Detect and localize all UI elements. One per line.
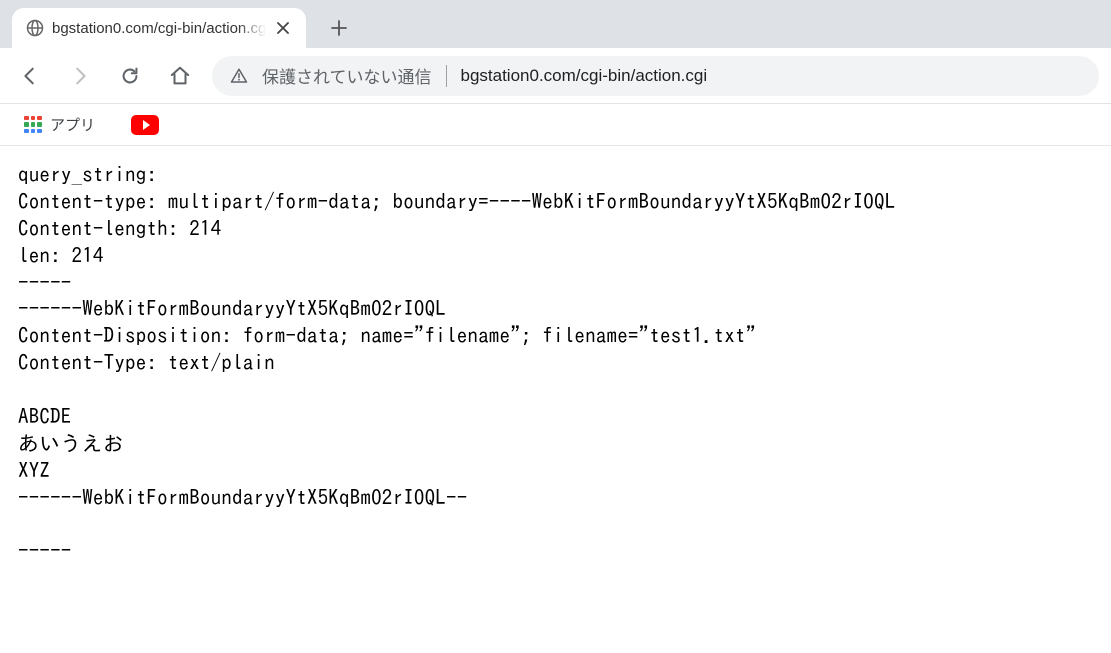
apps-grid-icon — [24, 116, 42, 134]
apps-shortcut[interactable]: アプリ — [18, 110, 101, 139]
security-label: 保護されていない通信 — [262, 63, 432, 88]
not-secure-icon — [230, 67, 248, 85]
tab-strip: bgstation0.com/cgi-bin/action.cg — [0, 0, 1111, 48]
youtube-icon — [131, 115, 159, 135]
tab-title: bgstation0.com/cgi-bin/action.cg — [52, 20, 266, 37]
globe-icon — [26, 19, 44, 37]
bookmarks-bar: アプリ — [0, 104, 1111, 146]
url-text: bgstation0.com/cgi-bin/action.cgi — [461, 66, 708, 86]
home-button[interactable] — [162, 58, 198, 94]
forward-button[interactable] — [62, 58, 98, 94]
page-body: query_string: Content-type: multipart/fo… — [0, 146, 1111, 581]
address-separator — [446, 65, 447, 87]
youtube-bookmark[interactable] — [125, 111, 165, 139]
browser-tab[interactable]: bgstation0.com/cgi-bin/action.cg — [12, 8, 306, 48]
browser-toolbar: 保護されていない通信 bgstation0.com/cgi-bin/action… — [0, 48, 1111, 104]
apps-label: アプリ — [50, 114, 95, 135]
reload-button[interactable] — [112, 58, 148, 94]
address-bar[interactable]: 保護されていない通信 bgstation0.com/cgi-bin/action… — [212, 56, 1099, 96]
close-icon[interactable] — [274, 19, 292, 37]
new-tab-button[interactable] — [322, 11, 356, 45]
back-button[interactable] — [12, 58, 48, 94]
